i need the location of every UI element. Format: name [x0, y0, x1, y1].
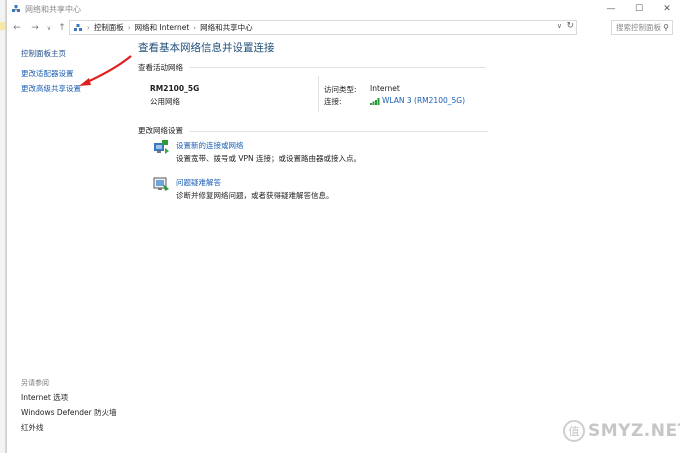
new-connection-icon[interactable]: [152, 139, 170, 155]
setup-new-connection-link[interactable]: 设置新的连接或网络: [176, 140, 244, 151]
window-title: 网络和共享中心: [25, 4, 81, 14]
setup-new-connection-desc: 设置宽带、拨号或 VPN 连接；或设置路由器或接入点。: [176, 154, 362, 163]
active-networks-label: 查看活动网络: [138, 63, 183, 72]
watermark-text: SMYZ.NET: [588, 421, 680, 441]
back-arrow-icon[interactable]: ←: [11, 21, 23, 35]
internet-options-link[interactable]: Internet 选项: [21, 390, 117, 405]
divider: [190, 67, 486, 68]
divider: [318, 76, 319, 112]
connection-label: 连接:: [324, 97, 342, 106]
network-sharing-center-window: 网络和共享中心 — ☐ ✕ ← → ∨ ↑ › 控制面板 › 网络和 Inter…: [6, 0, 680, 453]
breadcrumb-separator[interactable]: ›: [128, 24, 131, 32]
red-arrow-annotation: [79, 55, 132, 86]
forward-arrow-icon[interactable]: →: [29, 21, 41, 35]
change-settings-label: 更改网络设置: [138, 126, 183, 135]
breadcrumb-separator: ›: [87, 23, 90, 32]
title-bar: 网络和共享中心 — ☐ ✕: [7, 0, 680, 18]
address-bar[interactable]: › 控制面板 › 网络和 Internet › 网络和共享中心 ∨ ↻: [69, 20, 577, 35]
search-placeholder: 搜索控制面板: [616, 23, 661, 32]
troubleshoot-desc: 诊断并修复网络问题，或者获得疑难解答信息。: [176, 191, 334, 200]
change-adapter-settings-link[interactable]: 更改适配器设置: [21, 68, 74, 80]
breadcrumb-network-internet[interactable]: 网络和 Internet: [135, 22, 190, 33]
svg-text:值: 值: [569, 425, 580, 438]
up-arrow-icon[interactable]: ↑: [56, 21, 68, 35]
breadcrumb-separator[interactable]: ›: [193, 24, 196, 32]
divider: [190, 131, 488, 132]
page-title: 查看基本网络信息并设置连接: [138, 42, 275, 54]
breadcrumb-control-panel[interactable]: 控制面板: [94, 22, 124, 33]
desktop-edge-mark: [0, 166, 5, 174]
connection-link[interactable]: WLAN 3 (RM2100_5G): [370, 96, 465, 105]
wifi-signal-icon: [370, 97, 380, 105]
control-panel-home-link[interactable]: 控制面板主页: [21, 48, 66, 60]
troubleshoot-icon[interactable]: [152, 176, 170, 192]
see-also-heading: 另请参阅: [21, 379, 49, 387]
address-dropdown-icon[interactable]: ∨: [557, 22, 562, 30]
maximize-button[interactable]: ☐: [625, 0, 653, 18]
breadcrumb-sharing-center[interactable]: 网络和共享中心: [200, 22, 253, 33]
close-button[interactable]: ✕: [653, 0, 680, 18]
network-name: RM2100_5G: [150, 84, 200, 93]
watermark: 值 SMYZ.NET: [563, 420, 680, 442]
window-controls: — ☐ ✕: [597, 0, 680, 18]
watermark-logo-icon: 值: [563, 420, 585, 442]
troubleshoot-link[interactable]: 问题疑难解答: [176, 177, 221, 188]
control-panel-icon: [74, 23, 82, 31]
recent-locations-chevron-icon[interactable]: ∨: [43, 21, 55, 35]
see-also-section: 另请参阅 Internet 选项 Windows Defender 防火墙 红外…: [21, 378, 117, 435]
access-type-value: Internet: [370, 84, 400, 93]
search-input[interactable]: 搜索控制面板 ⚲: [611, 20, 673, 35]
minimize-button[interactable]: —: [597, 0, 625, 18]
connection-value[interactable]: WLAN 3 (RM2100_5G): [382, 96, 465, 105]
search-icon[interactable]: ⚲: [663, 21, 669, 34]
network-center-icon: [12, 5, 20, 12]
windows-defender-firewall-link[interactable]: Windows Defender 防火墙: [21, 405, 117, 420]
network-type: 公用网络: [150, 97, 180, 106]
desktop-edge-mark: [0, 22, 5, 30]
access-type-label: 访问类型:: [324, 85, 357, 94]
address-row: ← → ∨ ↑ › 控制面板 › 网络和 Internet › 网络和共享中心 …: [7, 19, 680, 37]
refresh-icon[interactable]: ↻: [566, 21, 574, 31]
change-advanced-sharing-link[interactable]: 更改高级共享设置: [21, 83, 81, 95]
infrared-link[interactable]: 红外线: [21, 420, 117, 435]
